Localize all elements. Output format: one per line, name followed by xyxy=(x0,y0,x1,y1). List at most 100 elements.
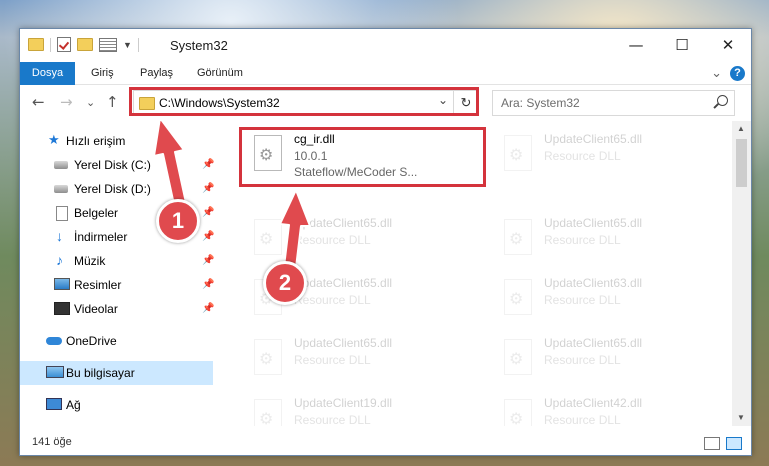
pin-icon[interactable]: 📌 xyxy=(202,207,214,218)
file-description: Resource DLL xyxy=(294,353,371,367)
scroll-up-arrow-icon[interactable]: ▲ xyxy=(737,124,745,133)
sidebar-item-label: Bu bilgisayar xyxy=(66,366,135,380)
list-item[interactable]: UpdateClient65.dll Resource DLL xyxy=(240,211,465,269)
sidebar-item-local-disk-c[interactable]: Yerel Disk (C:) 📌 xyxy=(20,153,214,177)
window-title: System32 xyxy=(170,38,228,53)
sidebar-item-quick-access[interactable]: ★ Hızlı erişim xyxy=(20,129,213,153)
sidebar-item-network[interactable]: Ağ xyxy=(20,393,213,417)
tab-home[interactable]: Giriş xyxy=(91,62,114,84)
file-name: UpdateClient65.dll xyxy=(544,336,643,350)
file-name: UpdateClient19.dll xyxy=(294,396,393,410)
sidebar-item-label: OneDrive xyxy=(66,334,117,348)
toolbar-divider xyxy=(50,37,51,52)
sidebar-item-this-pc[interactable]: Bu bilgisayar xyxy=(20,361,213,385)
file-name: UpdateClient65.dll xyxy=(294,336,393,350)
pin-icon[interactable]: 📌 xyxy=(202,159,214,170)
sidebar-item-label: Belgeler xyxy=(74,206,119,220)
toolbar-divider xyxy=(137,37,139,52)
file-explorer-window: ▼ System32 — ☐ ✕ Dosya Giriş Paylaş Görü… xyxy=(19,28,752,456)
download-icon: ↓ xyxy=(56,228,63,244)
title-bar: ▼ System32 — ☐ ✕ xyxy=(20,29,751,62)
pin-icon[interactable]: 📌 xyxy=(202,255,214,266)
tab-share[interactable]: Paylaş xyxy=(140,62,173,84)
scroll-down-arrow-icon[interactable]: ▼ xyxy=(737,413,745,422)
document-icon xyxy=(56,206,68,221)
close-button[interactable]: ✕ xyxy=(705,29,751,62)
sidebar-item-label: İndirmeler xyxy=(74,230,128,244)
file-name: UpdateClient42.dll xyxy=(544,396,643,410)
list-item[interactable]: UpdateClient65.dll Resource DLL xyxy=(490,127,715,185)
callout-step-2: 2 xyxy=(263,261,307,305)
details-view-icon[interactable] xyxy=(704,437,720,450)
up-button[interactable]: ↑ xyxy=(106,93,119,111)
file-description: Resource DLL xyxy=(544,293,621,307)
status-bar: 141 öğe xyxy=(20,432,751,454)
pin-icon[interactable]: 📌 xyxy=(202,231,214,242)
list-item[interactable]: UpdateClient19.dll Resource DLL xyxy=(240,391,465,426)
pin-icon[interactable]: 📌 xyxy=(202,183,214,194)
cloud-icon xyxy=(46,337,62,345)
file-tile-highlight xyxy=(239,127,486,187)
item-count: 141 öğe xyxy=(32,436,72,448)
pin-icon[interactable]: 📌 xyxy=(202,279,214,290)
file-description: Resource DLL xyxy=(544,149,621,163)
navigation-pane: ★ Hızlı erişim Yerel Disk (C:) 📌 Yerel D… xyxy=(20,121,214,426)
dll-file-icon xyxy=(254,399,282,426)
new-folder-icon[interactable] xyxy=(77,38,93,51)
file-description: Resource DLL xyxy=(294,413,371,426)
sidebar-item-label: Resimler xyxy=(74,278,122,292)
sidebar-item-pictures[interactable]: Resimler 📌 xyxy=(20,273,214,297)
drive-icon xyxy=(54,161,68,169)
minimize-button[interactable]: — xyxy=(613,29,659,62)
dll-file-icon xyxy=(504,279,532,315)
list-properties-icon[interactable] xyxy=(99,37,117,52)
sidebar-item-music[interactable]: ♪ Müzik 📌 xyxy=(20,249,214,273)
video-icon xyxy=(54,302,70,315)
sidebar-item-label: Hızlı erişim xyxy=(66,134,126,148)
pin-icon[interactable]: 📌 xyxy=(202,303,214,314)
scrollbar-thumb[interactable] xyxy=(736,139,747,187)
forward-button[interactable]: → xyxy=(60,93,73,111)
pictures-icon xyxy=(54,278,70,290)
recent-locations-button[interactable]: ⌄ xyxy=(86,96,95,109)
customize-toolbar-chevron-icon[interactable]: ▼ xyxy=(123,40,132,50)
sidebar-item-videos[interactable]: Videolar 📌 xyxy=(20,297,214,321)
sidebar-item-local-disk-d[interactable]: Yerel Disk (D:) 📌 xyxy=(20,177,214,201)
file-description: Resource DLL xyxy=(294,293,371,307)
file-name: UpdateClient65.dll xyxy=(294,276,393,290)
sidebar-item-label: Ağ xyxy=(66,398,81,412)
file-description: Resource DLL xyxy=(544,353,621,367)
back-button[interactable]: ← xyxy=(32,93,45,111)
list-item[interactable]: UpdateClient65.dll Resource DLL xyxy=(490,331,715,389)
tiles-view-icon[interactable] xyxy=(726,437,742,450)
dll-file-icon xyxy=(504,219,532,255)
list-item[interactable]: UpdateClient65.dll Resource DLL xyxy=(490,211,715,269)
star-icon: ★ xyxy=(48,133,60,148)
maximize-button[interactable]: ☐ xyxy=(659,29,705,62)
file-name: UpdateClient65.dll xyxy=(544,216,643,230)
quick-access-toolbar: ▼ xyxy=(28,37,139,52)
file-description: Resource DLL xyxy=(294,233,371,247)
folder-icon xyxy=(28,38,44,51)
sidebar-item-onedrive[interactable]: OneDrive xyxy=(20,329,213,353)
drive-icon xyxy=(54,185,68,193)
callout-step-1: 1 xyxy=(156,199,200,243)
help-icon[interactable]: ? xyxy=(730,65,745,81)
ribbon-controls: ⌄ ? xyxy=(711,65,745,81)
file-list: cg_ir.dll 10.0.1 Stateflow/MeCoder S... … xyxy=(232,121,732,426)
properties-check-icon[interactable] xyxy=(57,37,71,52)
tab-view[interactable]: Görünüm xyxy=(197,62,243,84)
file-name: UpdateClient65.dll xyxy=(544,132,643,146)
search-box[interactable]: Ara: System32 xyxy=(492,90,735,116)
list-item[interactable]: UpdateClient63.dll Resource DLL xyxy=(490,271,715,329)
vertical-scrollbar[interactable]: ▲ ▼ xyxy=(732,121,751,426)
list-item[interactable]: UpdateClient65.dll Resource DLL xyxy=(240,331,465,389)
file-name: UpdateClient63.dll xyxy=(544,276,643,290)
search-input[interactable]: Ara: System32 xyxy=(501,96,580,110)
list-item[interactable]: UpdateClient42.dll Resource DLL xyxy=(490,391,715,426)
music-icon: ♪ xyxy=(56,252,63,268)
sidebar-item-label: Yerel Disk (C:) xyxy=(74,158,151,172)
expand-ribbon-chevron-icon[interactable]: ⌄ xyxy=(711,65,722,81)
search-icon[interactable] xyxy=(717,95,728,106)
navigation-bar: ← → ⌄ ↑ C:\Windows\System32 ⌄ ↻ Ara: Sys… xyxy=(20,85,751,121)
